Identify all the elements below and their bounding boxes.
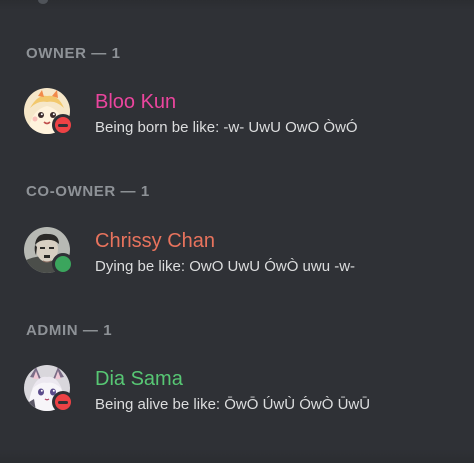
custom-status-text: Dying be like: OwO UwU ÓwÒ uwu -w-: [95, 258, 356, 275]
section-header-owner: OWNER — 1: [26, 45, 121, 62]
avatar-wrap: [24, 227, 74, 275]
custom-status-text: Being alive be like: ŌwŌ ÚwÙ ÓwÒ ŪwŪ: [95, 396, 371, 413]
scroll-fade-bottom: [0, 449, 474, 463]
do-not-disturb-icon: [52, 391, 74, 413]
member-item-dia-sama[interactable]: Dia Sama Being alive be like: ŌwŌ ÚwÙ Ów…: [24, 365, 464, 421]
member-item-bloo-kun[interactable]: Bloo Kun Being born be like: -w- UwU OwO…: [24, 88, 464, 144]
do-not-disturb-icon: [52, 114, 74, 136]
avatar-wrap: [24, 365, 74, 413]
section-header-co-owner: CO-OWNER — 1: [26, 183, 150, 200]
member-name: Dia Sama: [95, 368, 183, 390]
avatar-wrap: [24, 88, 74, 136]
member-name: Bloo Kun: [95, 91, 177, 113]
member-list: OWNER — 1 Bloo Kun Being born be like: -…: [0, 0, 474, 463]
section-header-admin: ADMIN — 1: [26, 322, 113, 339]
member-item-chrissy-chan[interactable]: Chrissy Chan Dying be like: OwO UwU ÓwÒ …: [24, 227, 464, 283]
online-status-icon: [52, 253, 74, 275]
custom-status-text: Being born be like: -w- UwU OwO ÒwÓ: [95, 119, 358, 136]
scroll-fade-top: [0, 0, 474, 10]
member-name: Chrissy Chan: [95, 230, 216, 252]
